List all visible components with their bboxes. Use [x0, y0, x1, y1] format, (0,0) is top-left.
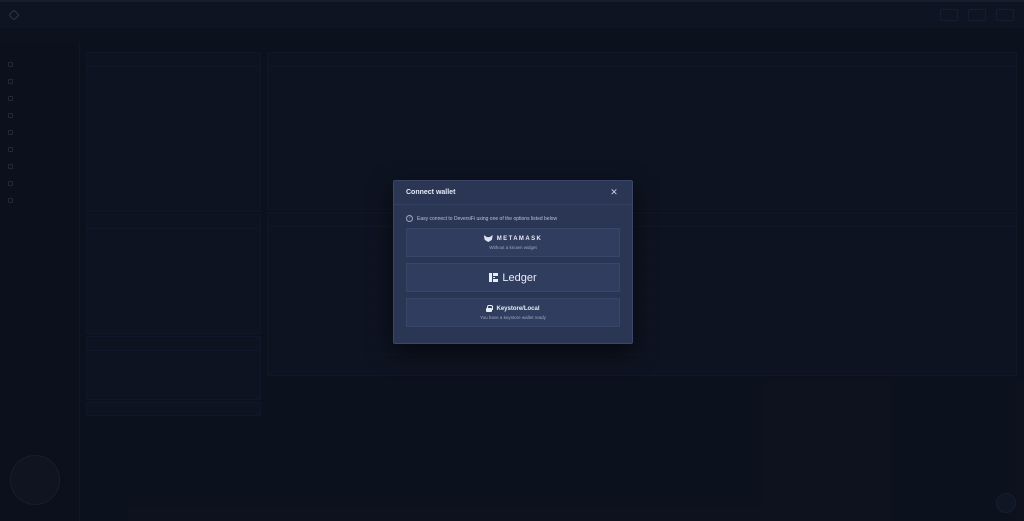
metamask-label: METAMASK — [496, 235, 543, 242]
info-icon: ? — [406, 215, 413, 222]
keystore-label: Keystore/Local — [496, 305, 540, 312]
close-button[interactable]: ✕ — [608, 187, 620, 199]
connect-wallet-modal: Connect wallet ✕ ? Easy connect to Dever… — [393, 180, 633, 344]
info-text: Easy connect to DeversiFi using one of t… — [417, 215, 558, 222]
keystore-subtitle: You have a keystore wallet ready — [480, 315, 546, 320]
ledger-option[interactable]: Ledger — [406, 263, 620, 292]
close-icon: ✕ — [610, 187, 618, 197]
ledger-icon — [489, 273, 499, 282]
metamask-fox-icon — [483, 235, 493, 242]
lock-icon — [486, 305, 494, 312]
info-line: ? Easy connect to DeversiFi using one of… — [406, 215, 620, 222]
keystore-option[interactable]: Keystore/Local You have a keystore walle… — [406, 298, 620, 327]
metamask-option[interactable]: METAMASK Without a known widget — [406, 228, 620, 257]
modal-header: Connect wallet ✕ — [394, 181, 632, 205]
ledger-label: Ledger — [502, 271, 537, 284]
metamask-subtitle: Without a known widget — [489, 245, 537, 250]
modal-title: Connect wallet — [406, 189, 456, 196]
